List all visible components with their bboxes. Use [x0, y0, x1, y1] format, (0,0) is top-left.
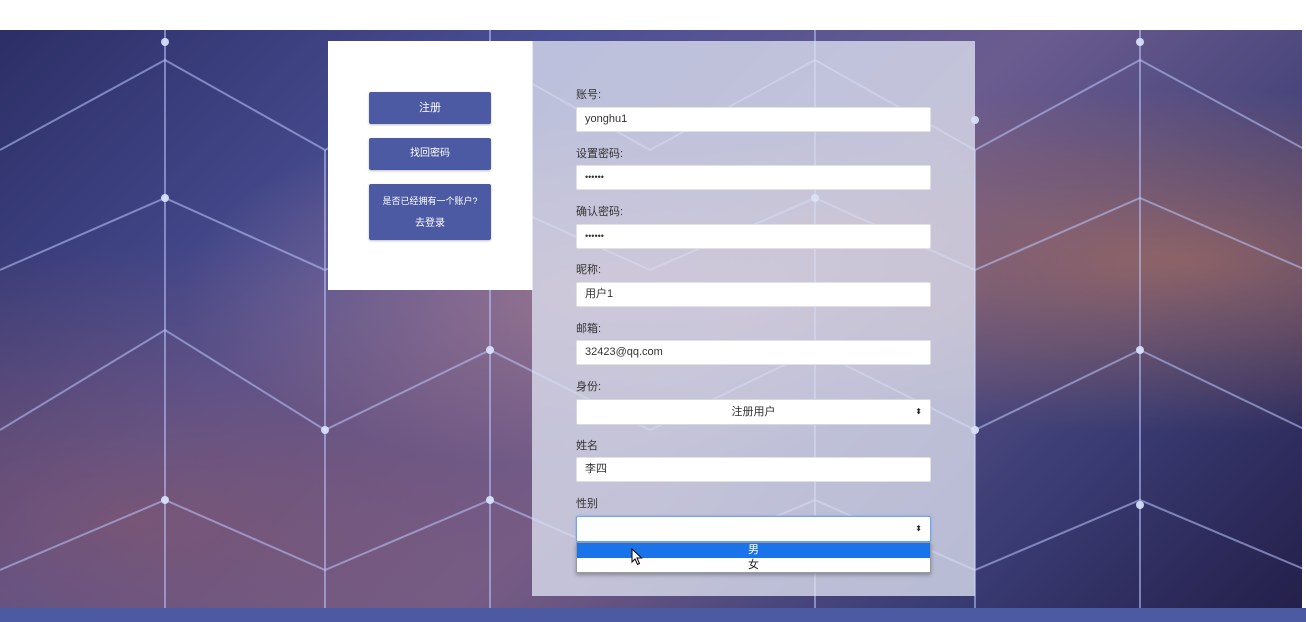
register-form: 账号: yonghu1 设置密码: •••••• 确认密码: •••••• 昵称…: [532, 41, 975, 596]
email-input[interactable]: 32423@qq.com: [576, 340, 931, 365]
name-input[interactable]: 李四: [576, 457, 931, 482]
go-login-button[interactable]: 是否已经拥有一个账户? 去登录: [369, 184, 491, 240]
email-label: 邮箱:: [576, 323, 602, 335]
gender-option-female[interactable]: 女: [577, 558, 930, 573]
gender-dropdown-list: 男 女: [576, 542, 931, 573]
account-label: 账号:: [576, 89, 602, 101]
action-panel: 注册 找回密码 是否已经拥有一个账户? 去登录: [328, 41, 533, 290]
password-input[interactable]: ••••••: [576, 165, 931, 190]
go-login-label: 去登录: [415, 218, 445, 229]
identity-select[interactable]: 注册用户 ⬍: [576, 399, 931, 425]
gender-select[interactable]: ⬍: [576, 516, 931, 542]
gender-option-male[interactable]: 男: [577, 543, 930, 558]
have-account-text: 是否已经拥有一个账户?: [382, 196, 478, 206]
account-input[interactable]: yonghu1: [576, 107, 931, 132]
confirm-password-input[interactable]: ••••••: [576, 224, 931, 249]
register-button[interactable]: 注册: [369, 92, 491, 124]
up-down-arrows-icon: ⬍: [915, 407, 922, 416]
recover-password-button[interactable]: 找回密码: [369, 138, 491, 170]
top-bar: [0, 0, 1306, 30]
gender-label: 性别: [576, 498, 598, 510]
mouse-pointer-icon: [631, 548, 643, 566]
nickname-input[interactable]: 用户1: [576, 282, 931, 307]
footer-bar: [0, 608, 1306, 622]
name-label: 姓名: [576, 440, 598, 452]
identity-selected-value: 注册用户: [731, 406, 776, 418]
scrollbar-track[interactable]: [1302, 30, 1306, 608]
up-down-arrows-icon: ⬍: [915, 524, 922, 533]
password-label: 设置密码:: [576, 148, 624, 160]
nickname-label: 昵称:: [576, 264, 602, 276]
identity-label: 身份:: [576, 381, 602, 393]
confirm-password-label: 确认密码:: [576, 206, 624, 218]
